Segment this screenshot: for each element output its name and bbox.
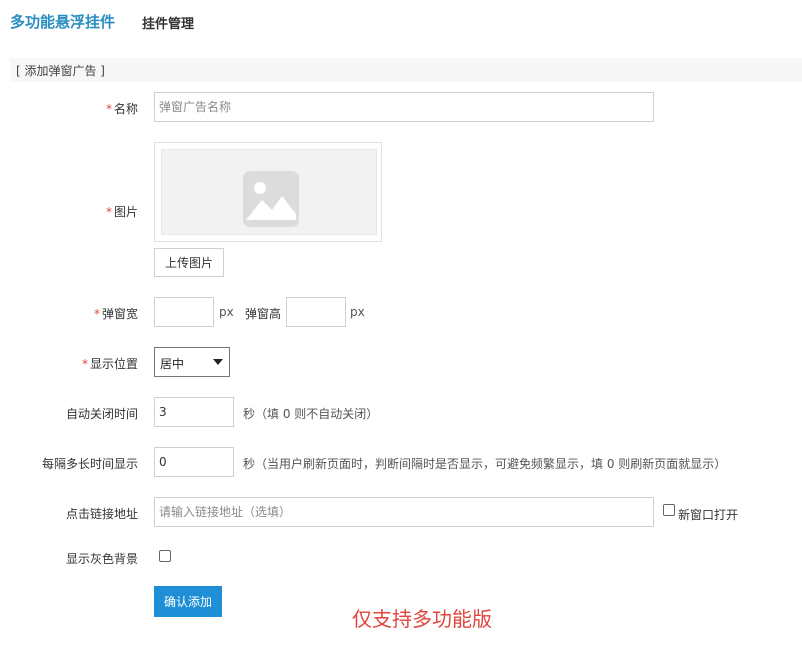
- popup-width-input[interactable]: [154, 297, 214, 327]
- image-preview: [154, 142, 382, 242]
- popup-height-input[interactable]: [286, 297, 346, 327]
- new-window-checkbox[interactable]: [663, 504, 675, 516]
- tab-multi-function-widget[interactable]: 多功能悬浮挂件: [10, 11, 115, 32]
- required-mark: *: [105, 205, 112, 219]
- height-unit: px: [350, 305, 365, 319]
- link-input[interactable]: [154, 497, 654, 527]
- interval-hint: 秒（当用户刷新页面时，判断间隔时是否显示，可避免频繁显示，填 0 则刷新页面就显…: [243, 457, 727, 471]
- image-placeholder-icon: [243, 171, 299, 227]
- auto-close-hint: 秒（填 0 则不自动关闭）: [243, 407, 379, 421]
- gray-background-label: 显示灰色背景: [65, 552, 138, 566]
- upload-image-button[interactable]: 上传图片: [154, 248, 224, 277]
- required-mark: *: [93, 307, 100, 321]
- confirm-add-button[interactable]: 确认添加: [154, 586, 222, 617]
- interval-label: 每隔多长时间显示: [41, 457, 138, 471]
- link-label: 点击链接地址: [65, 507, 138, 521]
- popup-width-label: * 弹窗宽: [93, 307, 138, 321]
- width-unit: px: [219, 305, 234, 319]
- version-notice: 仅支持多功能版: [352, 607, 492, 631]
- display-position-select[interactable]: 居中: [154, 347, 230, 377]
- popup-height-label: 弹窗高: [245, 307, 282, 321]
- new-window-label: 新窗口打开: [678, 508, 739, 522]
- auto-close-label: 自动关闭时间: [65, 407, 138, 421]
- chevron-down-icon: [213, 359, 223, 365]
- name-label: * 名称: [105, 102, 138, 116]
- display-position-label: * 显示位置: [81, 357, 138, 371]
- required-mark: *: [81, 357, 88, 371]
- required-mark: *: [105, 102, 112, 116]
- auto-close-input[interactable]: [154, 397, 234, 427]
- top-tabs: 多功能悬浮挂件 挂件管理: [0, 0, 802, 44]
- selected-position: 居中: [160, 357, 185, 371]
- name-input[interactable]: [154, 92, 654, 122]
- interval-input[interactable]: [154, 447, 234, 477]
- section-title: [ 添加弹窗广告 ]: [16, 64, 105, 78]
- image-label: * 图片: [105, 205, 138, 219]
- section-header: [ 添加弹窗广告 ]: [10, 58, 802, 82]
- tab-widget-management[interactable]: 挂件管理: [142, 13, 194, 32]
- gray-background-checkbox[interactable]: [159, 550, 171, 562]
